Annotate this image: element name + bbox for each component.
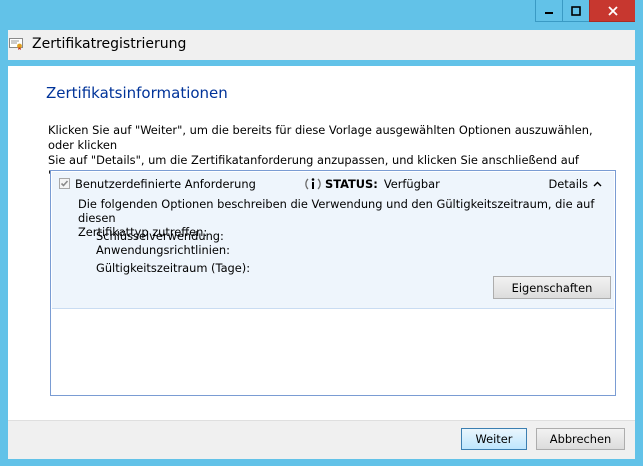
maximize-button[interactable] — [562, 0, 589, 22]
key-usage-label: Schlüsselverwendung: — [96, 229, 224, 243]
properties-button[interactable]: Eigenschaften — [493, 276, 611, 299]
close-icon — [607, 5, 618, 16]
page-title: Zertifikatsinformationen — [46, 84, 228, 102]
minimize-icon — [545, 11, 553, 14]
details-label: Details — [548, 177, 589, 191]
chevron-up-icon — [593, 181, 602, 187]
dialog-window: Zertifikatregistrierung Zertifikatsinfor… — [0, 0, 643, 466]
checkmark-icon — [60, 180, 69, 187]
request-checkbox[interactable] — [59, 178, 70, 189]
list-item[interactable]: Benutzerdefinierte Anforderung STATUS: V… — [52, 172, 614, 309]
window-title: Zertifikatregistrierung — [32, 36, 187, 52]
maximize-icon — [571, 5, 581, 16]
next-button[interactable]: Weiter — [461, 428, 527, 450]
status-value: Verfügbar — [383, 177, 440, 191]
info-icon — [305, 178, 321, 190]
cancel-button[interactable]: Abbrechen — [536, 428, 625, 450]
dialog-content: Zertifikatsinformationen Klicken Sie auf… — [8, 66, 635, 420]
checkbox-label: Benutzerdefinierte Anforderung — [75, 177, 256, 191]
dialog-footer: Weiter Abbrechen — [8, 420, 635, 459]
status-area: STATUS: Verfügbar — [305, 176, 440, 192]
minimize-button[interactable] — [535, 0, 562, 22]
certificate-list: Benutzerdefinierte Anforderung STATUS: V… — [50, 170, 616, 396]
intro-line-1: Klicken Sie auf "Weiter", um die bereits… — [48, 123, 593, 152]
close-button[interactable] — [589, 0, 635, 22]
window-controls — [535, 0, 635, 22]
certificate-icon — [9, 38, 23, 50]
dialog-header: Zertifikatregistrierung — [8, 30, 635, 60]
application-policies-label: Anwendungsrichtlinien: — [96, 243, 230, 257]
details-toggle[interactable]: Details — [549, 177, 603, 191]
status-label: STATUS: — [325, 177, 378, 191]
description-line-1: Die folgenden Optionen beschreiben die V… — [78, 197, 595, 225]
validity-period-label: Gültigkeitszeitraum (Tage): — [96, 261, 251, 275]
